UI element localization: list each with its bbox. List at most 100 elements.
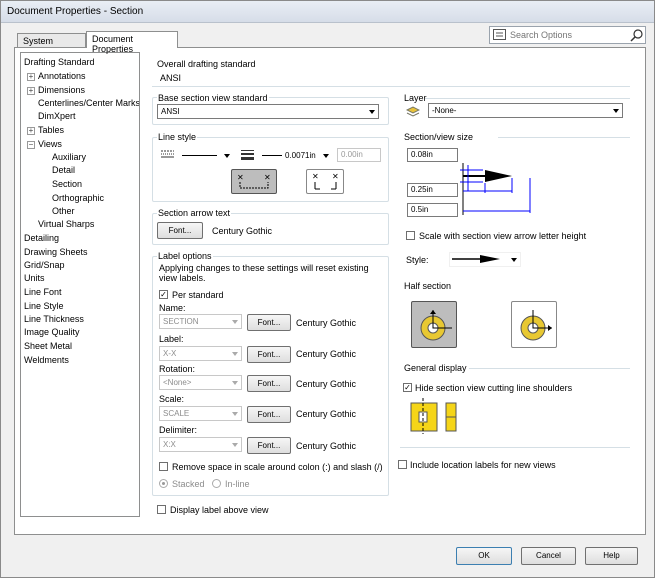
tree-item-grid-snap[interactable]: Grid/Snap xyxy=(24,260,65,270)
name-select[interactable]: SECTION xyxy=(159,314,242,329)
name-label: Name: xyxy=(159,303,186,313)
layer-select[interactable]: -None- xyxy=(428,103,623,118)
tree-item-centerlines[interactable]: Centerlines/Center Marks xyxy=(38,98,139,108)
remove-space-checkbox[interactable] xyxy=(159,462,168,471)
scale-label: Scale: xyxy=(159,394,185,404)
name-font-button[interactable]: Font... xyxy=(247,314,291,331)
scale-value: SCALE xyxy=(163,409,190,418)
label-value: X-X xyxy=(163,349,177,358)
general-display-label: General display xyxy=(404,363,467,373)
tree-item-line-font[interactable]: Line Font xyxy=(24,287,62,297)
cancel-button[interactable]: Cancel xyxy=(521,547,576,565)
custom-thickness-input[interactable]: 0.00in xyxy=(337,148,381,162)
tree-item-section[interactable]: Section xyxy=(52,179,82,189)
cutting-line-shoulders-icon xyxy=(410,398,457,434)
half-section-option-1-button[interactable] xyxy=(411,301,457,348)
arrow-style-select[interactable] xyxy=(449,252,521,267)
scale-with-letter-height-checkbox[interactable] xyxy=(406,231,415,240)
ok-button[interactable]: OK xyxy=(456,547,512,565)
base-standard-select[interactable]: ANSI xyxy=(157,104,379,119)
name-font-name: Century Gothic xyxy=(296,318,357,328)
label-font-button[interactable]: Font... xyxy=(247,346,291,363)
tree-item-line-thickness[interactable]: Line Thickness xyxy=(24,314,84,324)
tree-item-annotations[interactable]: Annotations xyxy=(38,71,86,81)
divider xyxy=(425,98,630,99)
tree-item-tables[interactable]: Tables xyxy=(38,125,64,135)
svg-text:✕: ✕ xyxy=(332,172,339,181)
expand-icon[interactable]: + xyxy=(27,87,35,95)
label-options-note: Applying changes to these settings will … xyxy=(159,263,369,283)
options-tree: Drafting Standard + Annotations + Dimens… xyxy=(20,52,140,517)
display-label-above-checkbox[interactable] xyxy=(157,505,166,514)
tab-document-properties[interactable]: Document Properties xyxy=(86,31,178,54)
display-label-above-label: Display label above view xyxy=(170,505,269,515)
arrow-style-icon xyxy=(452,255,500,263)
scale-with-letter-height-label: Scale with section view arrow letter hei… xyxy=(419,231,587,241)
arrow-size-2-input[interactable]: 0.25in xyxy=(407,183,458,197)
line-thickness-select[interactable]: 0.0071in xyxy=(258,148,333,163)
line-thickness-value: 0.0071in xyxy=(285,151,316,160)
arrow-size-3-input[interactable]: 0.5in xyxy=(407,203,458,217)
hide-shoulders-checkbox[interactable]: ✓ xyxy=(403,383,412,392)
rotation-value: <None> xyxy=(163,378,192,387)
tree-item-units[interactable]: Units xyxy=(24,273,45,283)
tab-system-options[interactable]: System Options xyxy=(17,33,86,56)
scale-select[interactable]: SCALE xyxy=(159,406,242,421)
half-section-2-icon xyxy=(520,310,552,341)
label-select[interactable]: X-X xyxy=(159,346,242,361)
half-section-1-icon xyxy=(420,310,452,341)
scale-font-button[interactable]: Font... xyxy=(247,406,291,423)
delimiter-font-button[interactable]: Font... xyxy=(247,437,291,454)
per-standard-label: Per standard xyxy=(172,290,224,300)
arrow-size-1-input[interactable]: 0.08in xyxy=(407,148,458,162)
scale-font-name: Century Gothic xyxy=(296,409,357,419)
tree-item-line-style[interactable]: Line Style xyxy=(24,301,64,311)
stacked-radio[interactable] xyxy=(159,479,168,488)
tree-item-detail[interactable]: Detail xyxy=(52,165,75,175)
overall-standard-label: Overall drafting standard xyxy=(157,59,256,69)
tree-item-sheet-metal[interactable]: Sheet Metal xyxy=(24,341,72,351)
tree-item-orthographic[interactable]: Orthographic xyxy=(52,193,104,203)
per-standard-checkbox[interactable]: ✓ xyxy=(159,290,168,299)
tree-item-drawing-sheets[interactable]: Drawing Sheets xyxy=(24,247,88,257)
divider xyxy=(498,137,630,138)
search-options-box[interactable] xyxy=(489,26,646,44)
arrow-text-font-button[interactable]: Font... xyxy=(157,222,203,239)
tree-item-dimensions[interactable]: Dimensions xyxy=(38,85,85,95)
rotation-font-button[interactable]: Font... xyxy=(247,375,291,392)
arrow-text-font-name: Century Gothic xyxy=(212,226,273,236)
delimiter-font-name: Century Gothic xyxy=(296,441,357,451)
window-title: Document Properties - Section xyxy=(7,6,144,17)
magnifier-icon[interactable] xyxy=(630,29,643,42)
stacked-label: Stacked xyxy=(172,479,205,489)
tree-item-views[interactable]: Views xyxy=(38,139,62,149)
delimiter-select[interactable]: X:X xyxy=(159,437,242,452)
label-font-name: Century Gothic xyxy=(296,349,357,359)
tree-item-drafting-standard[interactable]: Drafting Standard xyxy=(24,57,95,67)
rotation-select[interactable]: <None> xyxy=(159,375,242,390)
tree-item-image-quality[interactable]: Image Quality xyxy=(24,327,80,337)
name-value: SECTION xyxy=(163,317,199,326)
line-font-icon xyxy=(161,150,174,158)
overall-standard-value: ANSI xyxy=(160,73,182,83)
help-button[interactable]: Help xyxy=(585,547,638,565)
line-style-without-shoulders-button[interactable]: ✕ ✕ xyxy=(306,169,344,194)
tree-item-virtual-sharps[interactable]: Virtual Sharps xyxy=(38,219,94,229)
line-style-with-shoulders-button[interactable]: ✕ ✕ xyxy=(231,169,277,194)
tree-item-detailing[interactable]: Detailing xyxy=(24,233,59,243)
collapse-icon[interactable]: − xyxy=(27,141,35,149)
search-input[interactable] xyxy=(508,28,626,42)
tree-item-other[interactable]: Other xyxy=(52,206,75,216)
expand-icon[interactable]: + xyxy=(27,73,35,81)
include-location-labels-checkbox[interactable] xyxy=(398,460,407,469)
half-section-option-2-button[interactable] xyxy=(511,301,557,348)
style-label: Style: xyxy=(406,255,429,265)
layer-value: -None- xyxy=(432,106,457,115)
half-section-label: Half section xyxy=(404,281,452,291)
tree-item-weldments[interactable]: Weldments xyxy=(24,355,69,365)
tree-item-auxiliary[interactable]: Auxiliary xyxy=(52,152,86,162)
line-font-select[interactable] xyxy=(178,148,234,163)
inline-radio[interactable] xyxy=(212,479,221,488)
expand-icon[interactable]: + xyxy=(27,127,35,135)
tree-item-dimxpert[interactable]: DimXpert xyxy=(38,111,76,121)
